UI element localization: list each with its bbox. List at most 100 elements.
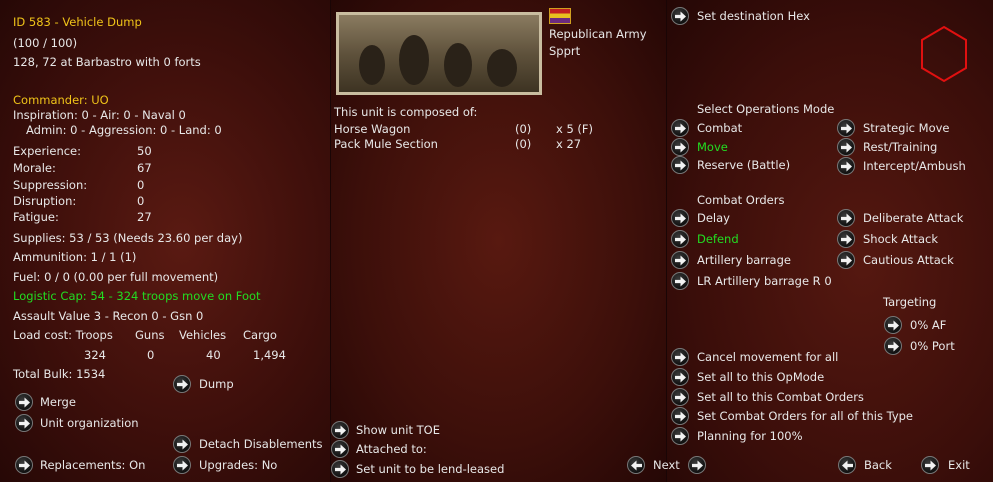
dump-arrow-icon[interactable] [173, 375, 191, 393]
total-bulk: Total Bulk: 1534 [13, 367, 106, 381]
target-af-arrow-icon[interactable] [884, 316, 902, 334]
order-defend-button[interactable]: Defend [697, 232, 739, 246]
ops-rest-button[interactable]: Rest/Training [863, 140, 937, 154]
set-orders-type-button[interactable]: Set Combat Orders for all of this Type [697, 409, 913, 423]
target-af-button[interactable]: 0% AF [910, 318, 946, 332]
load-header: Vehicles [179, 328, 227, 342]
prev-arrow-icon[interactable] [627, 456, 645, 474]
stat-label: Fatigue: [13, 210, 59, 224]
hex-icon [921, 25, 967, 83]
orders-panel: Set destination Hex Select Operations Mo… [627, 0, 993, 482]
organization-arrow-icon[interactable] [15, 414, 33, 432]
cautious-arrow-icon[interactable] [837, 251, 855, 269]
lend-lease-button[interactable]: Set unit to be lend-leased [356, 462, 504, 476]
set-all-orders-button[interactable]: Set all to this Combat Orders [697, 390, 864, 404]
stat-label: Experience: [13, 144, 82, 158]
next-arrow-icon[interactable] [688, 456, 706, 474]
cancel-movement-button[interactable]: Cancel movement for all [697, 350, 838, 364]
set-destination-button[interactable]: Set destination Hex [697, 9, 810, 23]
unit-info-panel: ID 583 - Vehicle Dump (100 / 100) 128, 7… [0, 0, 331, 482]
component-count: x 5 (F) [556, 122, 594, 136]
order-shock-button[interactable]: Shock Attack [863, 232, 938, 246]
army-name: Republican Army [549, 27, 647, 41]
republican-flag-icon [549, 8, 571, 24]
next-label[interactable]: Next [653, 458, 680, 472]
unit-type: Spprt [549, 44, 581, 58]
load-value: 40 [206, 348, 221, 362]
cancel-move-arrow-icon[interactable] [671, 348, 689, 366]
unit-organization-button[interactable]: Unit organization [40, 416, 139, 430]
rest-arrow-icon[interactable] [837, 138, 855, 156]
combat-orders-title: Combat Orders [697, 193, 785, 207]
replacements-toggle[interactable]: Replacements: On [40, 458, 145, 472]
detach-disablements-button[interactable]: Detach Disablements [199, 437, 322, 451]
attached-to-button[interactable]: Attached to: [356, 442, 427, 456]
order-deliberate-button[interactable]: Deliberate Attack [863, 211, 963, 225]
merge-button[interactable]: Merge [40, 395, 76, 409]
admin-aggression: Admin: 0 - Aggression: 0 - Land: 0 [26, 123, 222, 137]
stat-label: Suppression: [13, 178, 88, 192]
lr-artillery-arrow-icon[interactable] [671, 272, 689, 290]
stat-label: Disruption: [13, 194, 77, 208]
replacements-arrow-icon[interactable] [15, 456, 33, 474]
ops-move-button[interactable]: Move [697, 140, 728, 154]
order-artillery-button[interactable]: Artillery barrage [697, 253, 791, 267]
strategic-arrow-icon[interactable] [837, 119, 855, 137]
inspiration: Inspiration: 0 - Air: 0 - Naval 0 [13, 108, 186, 122]
back-arrow-icon[interactable] [838, 456, 856, 474]
unit-location: 128, 72 at Barbastro with 0 forts [13, 55, 201, 69]
shock-arrow-icon[interactable] [837, 230, 855, 248]
artillery-arrow-icon[interactable] [671, 251, 689, 269]
ops-intercept-button[interactable]: Intercept/Ambush [863, 159, 966, 173]
photo-figure [487, 49, 517, 87]
set-orders-arrow-icon[interactable] [671, 388, 689, 406]
stat-value: 0 [137, 194, 145, 208]
show-toe-button[interactable]: Show unit TOE [356, 423, 440, 437]
order-lr-artillery-button[interactable]: LR Artillery barrage R 0 [697, 274, 832, 288]
exit-button[interactable]: Exit [948, 458, 970, 472]
set-all-opmode-button[interactable]: Set all to this OpMode [697, 370, 824, 384]
detach-arrow-icon[interactable] [173, 435, 191, 453]
back-button[interactable]: Back [864, 458, 892, 472]
attached-arrow-icon[interactable] [331, 440, 349, 458]
reserve-arrow-icon[interactable] [671, 156, 689, 174]
defend-arrow-icon[interactable] [671, 230, 689, 248]
destination-arrow-icon[interactable] [671, 7, 689, 25]
load-value: 1,494 [253, 348, 286, 362]
set-opmode-arrow-icon[interactable] [671, 368, 689, 386]
lend-lease-arrow-icon[interactable] [331, 460, 349, 478]
planning-arrow-icon[interactable] [671, 427, 689, 445]
component-name: Horse Wagon [334, 122, 411, 136]
planning-button[interactable]: Planning for 100% [697, 429, 803, 443]
stat-label: Morale: [13, 161, 56, 175]
toe-arrow-icon[interactable] [331, 421, 349, 439]
assault-value: Assault Value 3 - Recon 0 - Gsn 0 [13, 309, 204, 323]
intercept-arrow-icon[interactable] [837, 157, 855, 175]
load-value: 0 [147, 348, 155, 362]
stat-value: 27 [137, 210, 152, 224]
logistic-cap: Logistic Cap: 54 - 324 troops move on Fo… [13, 289, 261, 303]
merge-arrow-icon[interactable] [15, 393, 33, 411]
combat-arrow-icon[interactable] [671, 119, 689, 137]
move-arrow-icon[interactable] [671, 138, 689, 156]
upgrades-arrow-icon[interactable] [173, 456, 191, 474]
target-port-button[interactable]: 0% Port [910, 339, 955, 353]
set-type-arrow-icon[interactable] [671, 407, 689, 425]
ops-combat-button[interactable]: Combat [697, 121, 742, 135]
exit-arrow-icon[interactable] [921, 456, 939, 474]
delay-arrow-icon[interactable] [671, 209, 689, 227]
target-port-arrow-icon[interactable] [884, 337, 902, 355]
dump-button[interactable]: Dump [199, 377, 234, 391]
load-value: 324 [84, 348, 106, 362]
order-delay-button[interactable]: Delay [697, 211, 730, 225]
component-qty: (0) [515, 137, 532, 151]
ops-reserve-button[interactable]: Reserve (Battle) [697, 158, 790, 172]
deliberate-arrow-icon[interactable] [837, 209, 855, 227]
ammunition: Ammunition: 1 / 1 (1) [13, 250, 137, 264]
unit-composition-panel: Republican Army Spprt This unit is compo… [331, 0, 667, 482]
order-cautious-button[interactable]: Cautious Attack [863, 253, 954, 267]
upgrades-toggle[interactable]: Upgrades: No [199, 458, 277, 472]
ops-strategic-button[interactable]: Strategic Move [863, 121, 949, 135]
component-name: Pack Mule Section [334, 137, 438, 151]
composition-title: This unit is composed of: [334, 105, 478, 119]
